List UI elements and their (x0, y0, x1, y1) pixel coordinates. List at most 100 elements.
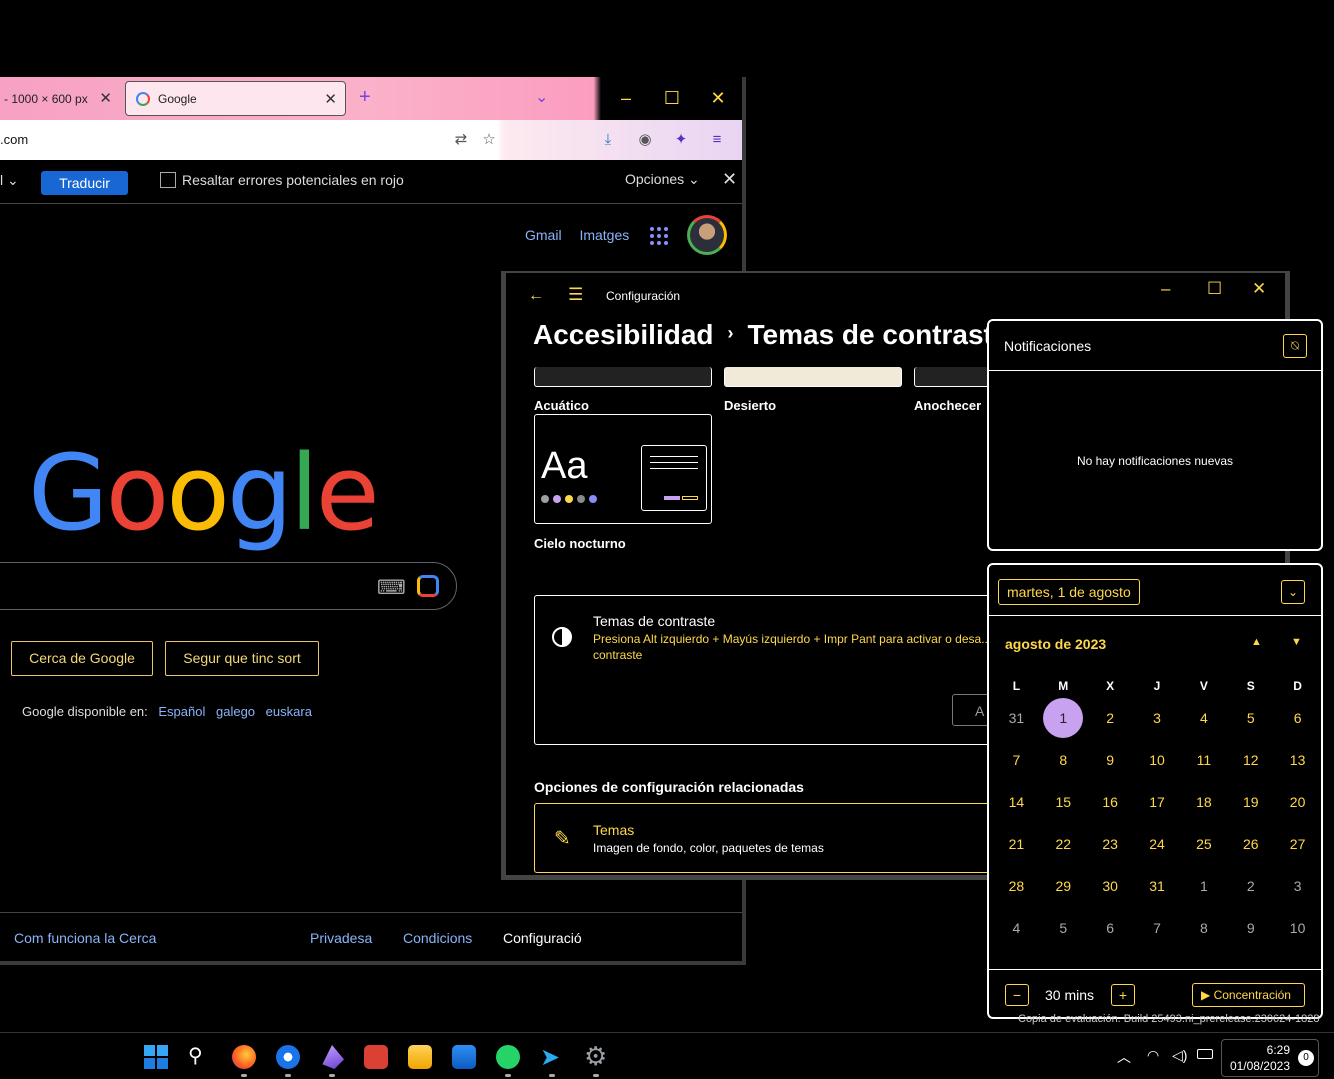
calendar-day[interactable]: 6 (1087, 907, 1134, 949)
google-apps-icon[interactable] (650, 227, 668, 245)
calendar-day[interactable]: 7 (993, 739, 1040, 781)
maximize-icon[interactable]: ☐ (660, 87, 684, 109)
calendar-day[interactable]: 11 (1180, 739, 1227, 781)
menu-icon[interactable]: ≡ (707, 130, 727, 150)
maximize-icon[interactable]: ☐ (1207, 279, 1222, 299)
calendar-day[interactable]: 15 (1040, 781, 1087, 823)
themes-link-card[interactable]: ✎ Temas Imagen de fondo, color, paquetes… (534, 803, 1004, 873)
calendar-day[interactable]: 31 (1134, 865, 1181, 907)
calendar-day[interactable]: 8 (1040, 739, 1087, 781)
obsidian-icon[interactable] (322, 1045, 344, 1069)
windows-start-icon[interactable] (144, 1045, 168, 1069)
notification-count-badge[interactable]: 0 (1298, 1050, 1314, 1066)
calendar-day[interactable]: 20 (1274, 781, 1321, 823)
search-icon[interactable]: ⚲ (188, 1043, 203, 1068)
calendar-day[interactable]: 17 (1134, 781, 1181, 823)
calendar-day[interactable]: 10 (1274, 907, 1321, 949)
firefox-icon[interactable] (232, 1045, 256, 1069)
calendar-day[interactable]: 5 (1227, 697, 1274, 739)
tab-list-chevron-icon[interactable]: ⌄ (535, 87, 548, 107)
terms-link[interactable]: Condicions (403, 930, 472, 946)
calendar-day[interactable]: 30 (1087, 865, 1134, 907)
calendar-day[interactable]: 1 (1180, 865, 1227, 907)
calendar-day[interactable]: 14 (993, 781, 1040, 823)
calendar-day[interactable]: 9 (1227, 907, 1274, 949)
clock-button[interactable]: 6:29 01/08/2023 0 (1221, 1039, 1319, 1077)
feeling-lucky-button[interactable]: Segur que tinc sort (165, 641, 319, 676)
translate-button[interactable]: Traducir (41, 171, 128, 195)
translate-icon[interactable]: ⇄ (451, 130, 471, 150)
gmail-link[interactable]: Gmail (525, 227, 562, 243)
language-link-eu[interactable]: euskara (266, 704, 312, 719)
calendar-day[interactable]: 13 (1274, 739, 1321, 781)
todoist-icon[interactable] (364, 1045, 388, 1069)
calendar-day[interactable]: 3 (1134, 697, 1181, 739)
whatsapp-icon[interactable] (496, 1045, 520, 1069)
calendar-day[interactable]: 4 (1180, 697, 1227, 739)
calendar-day[interactable]: 16 (1087, 781, 1134, 823)
calendar-day[interactable]: 4 (993, 907, 1040, 949)
calendar-day[interactable]: 2 (1227, 865, 1274, 907)
settings-gear-icon[interactable]: ⚙ (584, 1041, 607, 1072)
calendar-day[interactable]: 9 (1087, 739, 1134, 781)
new-tab-icon[interactable]: + (359, 86, 371, 109)
calendar-day[interactable]: 24 (1134, 823, 1181, 865)
keyboard-icon[interactable]: ⌨ (377, 575, 406, 600)
battery-icon[interactable] (1197, 1049, 1213, 1059)
back-arrow-icon[interactable]: ← (528, 287, 544, 305)
google-lens-icon[interactable] (417, 575, 439, 597)
privacy-link[interactable]: Privadesa (310, 930, 372, 946)
close-tab-icon[interactable]: ✕ (324, 90, 337, 108)
calendar-day[interactable]: 22 (1040, 823, 1087, 865)
close-tab-icon[interactable]: ✕ (99, 89, 112, 107)
highlight-errors-checkbox[interactable] (160, 172, 176, 188)
calendar-day[interactable]: 29 (1040, 865, 1087, 907)
extensions-icon[interactable]: ✦ (671, 130, 691, 150)
calendar-day[interactable]: 2 (1087, 697, 1134, 739)
calendar-day[interactable]: 5 (1040, 907, 1087, 949)
volume-icon[interactable]: ◁) (1172, 1047, 1187, 1064)
close-translate-bar-icon[interactable]: ✕ (722, 169, 737, 190)
breadcrumb-parent[interactable]: Accesibilidad (533, 319, 714, 350)
tab-google[interactable]: Google ✕ (125, 81, 346, 116)
minimize-icon[interactable]: – (1161, 279, 1170, 299)
telegram-icon[interactable]: ➤ (540, 1043, 560, 1072)
download-icon[interactable]: ⤓ (598, 130, 618, 150)
settings-link[interactable]: Configuració (503, 930, 582, 946)
calendar-day[interactable]: 28 (993, 865, 1040, 907)
calendar-day[interactable]: 8 (1180, 907, 1227, 949)
calendar-day[interactable]: 10 (1134, 739, 1181, 781)
focus-button[interactable]: ▶ Concentración (1192, 983, 1305, 1007)
account-avatar[interactable] (687, 215, 727, 255)
bookmark-star-icon[interactable]: ☆ (479, 130, 499, 150)
do-not-disturb-icon[interactable]: ⍉ (1283, 334, 1307, 358)
next-month-icon[interactable]: ▼ (1291, 636, 1302, 648)
chevron-down-icon[interactable]: ⌄ (1281, 580, 1305, 604)
calendar-day[interactable]: 23 (1087, 823, 1134, 865)
how-search-works-link[interactable]: Com funciona la Cerca (14, 930, 156, 946)
file-explorer-icon[interactable] (408, 1045, 432, 1069)
theme-card-aquatic[interactable] (534, 367, 712, 387)
calendar-day[interactable]: 3 (1274, 865, 1321, 907)
language-link-gl[interactable]: galego (216, 704, 255, 719)
theme-card-night-sky[interactable]: Aa (534, 414, 712, 524)
calendar-day[interactable]: 6 (1274, 697, 1321, 739)
previous-month-icon[interactable]: ▲ (1251, 636, 1262, 648)
decrease-focus-button[interactable]: − (1005, 984, 1029, 1006)
calendar-day[interactable]: 1 (1040, 697, 1087, 739)
calendar-day[interactable]: 25 (1180, 823, 1227, 865)
minimize-icon[interactable]: – (614, 87, 638, 109)
calendar-day[interactable]: 18 (1180, 781, 1227, 823)
images-link[interactable]: Imatges (579, 227, 629, 243)
close-window-icon[interactable]: ✕ (706, 87, 730, 109)
close-window-icon[interactable]: ✕ (1252, 279, 1266, 299)
options-dropdown[interactable]: Opciones ⌄ (625, 171, 700, 188)
chevron-up-icon[interactable]: ︿ (1117, 1047, 1131, 1067)
hamburger-menu-icon[interactable]: ☰ (568, 285, 583, 305)
wifi-icon[interactable]: ◠ (1147, 1047, 1159, 1064)
calendar-day[interactable]: 19 (1227, 781, 1274, 823)
language-select[interactable]: l ⌄ (0, 172, 19, 189)
calendar-day[interactable]: 27 (1274, 823, 1321, 865)
address-bar[interactable]: .com ⇄ ☆ ⤓ ◉ ✦ ≡ (0, 120, 742, 160)
increase-focus-button[interactable]: + (1111, 984, 1135, 1006)
